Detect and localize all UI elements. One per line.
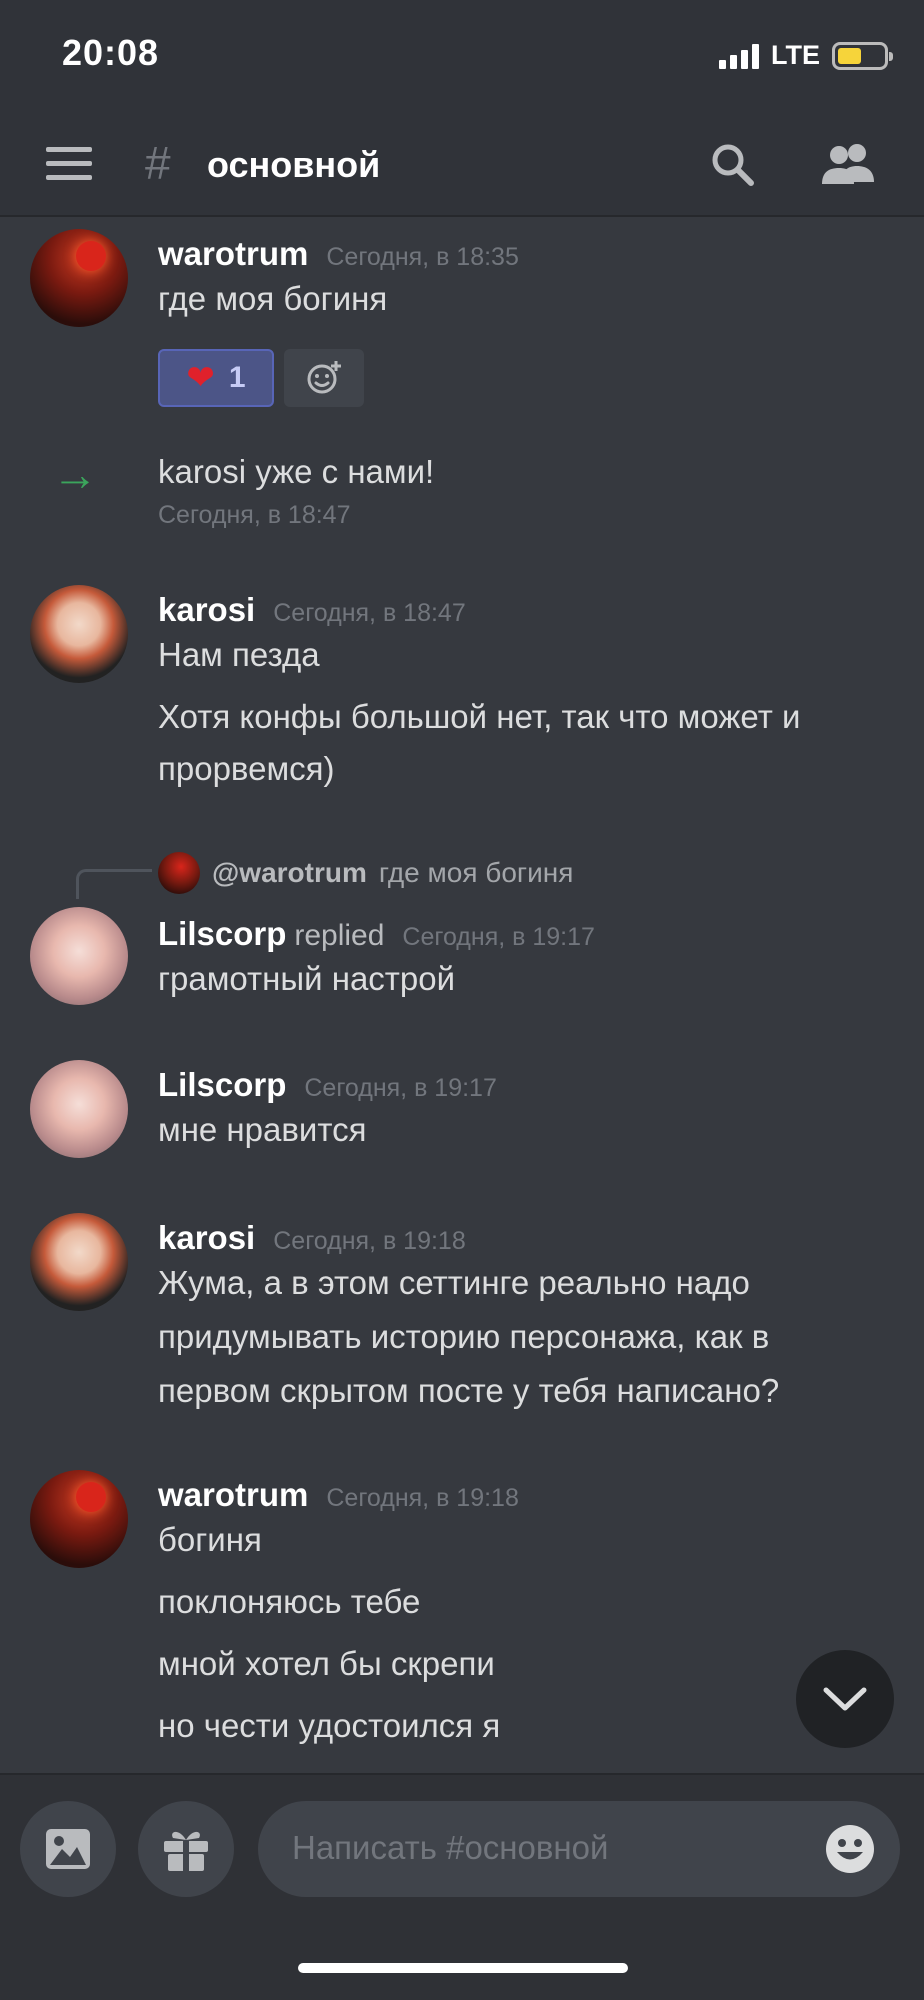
message-text: первом скрытом посте у тебя написано? (158, 1372, 780, 1409)
message-input-placeholder: Написать #основной (292, 1829, 609, 1866)
channel-name[interactable]: основной (207, 144, 380, 186)
reaction-bar: ❤ 1 (158, 349, 364, 407)
message-header: Lilscorp replied Сегодня, в 19:17 (158, 915, 595, 953)
message-header: karosi Сегодня, в 18:47 (158, 591, 466, 629)
hamburger-menu-icon[interactable] (46, 147, 92, 181)
search-icon[interactable] (708, 140, 756, 188)
message-header: warotrum Сегодня, в 19:18 (158, 1476, 519, 1514)
message-text: богиня (158, 1521, 262, 1558)
reply-connector (76, 869, 152, 899)
author-name[interactable]: karosi (158, 591, 255, 629)
gift-icon (164, 1831, 208, 1871)
message-header: warotrum Сегодня, в 18:35 (158, 235, 519, 273)
top-bar: 20:08 LTE # основной (0, 0, 924, 217)
reply-author: @warotrum (212, 857, 367, 888)
avatar[interactable] (30, 1213, 128, 1311)
avatar[interactable] (30, 907, 128, 1005)
timestamp: Сегодня, в 19:18 (326, 1484, 519, 1512)
author-name[interactable]: Lilscorp (158, 915, 286, 953)
reaction-heart[interactable]: ❤ 1 (158, 349, 274, 407)
author-name[interactable]: warotrum (158, 1476, 308, 1514)
message-text: мне нравится (158, 1111, 367, 1148)
timestamp: Сегодня, в 18:47 (158, 501, 351, 529)
battery-fill (838, 47, 861, 64)
reply-avatar (158, 852, 200, 894)
signal-icon (719, 43, 759, 69)
avatar[interactable] (30, 1470, 128, 1568)
message-text: грамотный настрой (158, 960, 456, 997)
message-header: karosi Сегодня, в 19:18 (158, 1219, 466, 1257)
gift-button[interactable] (138, 1801, 234, 1897)
status-indicators: LTE (719, 40, 893, 71)
avatar[interactable] (30, 229, 128, 327)
message-input[interactable]: Написать #основной (258, 1801, 900, 1897)
message-text: где моя богиня (158, 280, 388, 317)
avatar[interactable] (30, 1060, 128, 1158)
heart-icon: ❤ (186, 359, 215, 397)
message-text: но чести удостоился я (158, 1707, 501, 1744)
message-text: мной хотел бы скрепи (158, 1645, 495, 1682)
timestamp: Сегодня, в 19:17 (304, 1074, 497, 1102)
timestamp: Сегодня, в 19:18 (273, 1227, 466, 1255)
reaction-count: 1 (228, 361, 246, 394)
message-text: придумывать историю персонажа, как в (158, 1318, 770, 1355)
message-text: поклоняюсь тебе (158, 1583, 421, 1620)
message-list[interactable]: warotrum Сегодня, в 18:35 где моя богиня… (0, 217, 924, 1773)
add-reaction-icon (307, 361, 341, 394)
author-name[interactable]: warotrum (158, 235, 308, 273)
chevron-down-icon (823, 1687, 867, 1711)
emoji-icon[interactable] (824, 1823, 876, 1875)
home-indicator (298, 1963, 628, 1973)
avatar[interactable] (30, 585, 128, 683)
join-text: karosi уже с нами! (158, 453, 435, 490)
join-arrow-icon: → (52, 448, 98, 500)
channel-hash-icon: # (145, 137, 171, 189)
author-name[interactable]: karosi (158, 1219, 255, 1257)
replied-label: replied (294, 919, 385, 952)
timestamp: Сегодня, в 18:47 (273, 599, 466, 627)
author-name[interactable]: Lilscorp (158, 1066, 286, 1104)
message-text: прорвемся) (158, 750, 335, 787)
message-header: Lilscorp Сегодня, в 19:17 (158, 1066, 497, 1104)
network-label: LTE (771, 40, 820, 70)
battery-icon (832, 41, 893, 70)
add-reaction-button[interactable] (284, 349, 364, 407)
attach-image-button[interactable] (20, 1801, 116, 1897)
message-text: Хотя конфы большой нет, так что может и (158, 698, 801, 735)
image-icon (46, 1829, 90, 1869)
status-time: 20:08 (62, 32, 160, 73)
scroll-to-bottom-button[interactable] (796, 1650, 894, 1748)
message-text: Нам пезда (158, 636, 320, 673)
message-text: Жума, а в этом сеттинге реально надо (158, 1264, 750, 1301)
timestamp: Сегодня, в 19:17 (402, 923, 595, 951)
reply-snippet: где моя богиня (378, 857, 574, 888)
reply-reference[interactable]: @warotrum где моя богиня (76, 847, 573, 899)
timestamp: Сегодня, в 18:35 (326, 243, 519, 271)
members-icon[interactable] (818, 140, 878, 188)
